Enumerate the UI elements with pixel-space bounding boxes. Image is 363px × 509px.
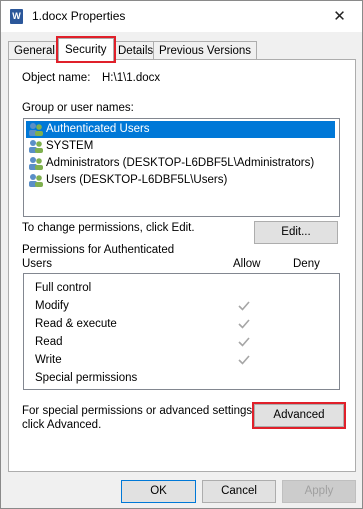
check-icon — [238, 319, 250, 329]
close-button[interactable]: ✕ — [317, 1, 362, 32]
deny-column-header: Deny — [293, 258, 320, 270]
properties-window: W 1.docx Properties ✕ General Security D… — [0, 0, 363, 509]
ok-button[interactable]: OK — [121, 480, 196, 503]
permission-modify: Modify — [35, 300, 69, 312]
check-icon — [238, 355, 250, 365]
permission-full-control: Full control — [35, 282, 92, 294]
user-name: Administrators (DESKTOP-L6DBF5L\Administ… — [46, 157, 315, 169]
user-name: Users (DESKTOP-L6DBF5L\Users) — [46, 174, 228, 186]
users-icon — [29, 174, 43, 187]
tab-previous-versions[interactable]: Previous Versions — [153, 41, 258, 60]
apply-button[interactable]: Apply — [282, 480, 356, 503]
tab-security[interactable]: Security — [56, 36, 116, 63]
advanced-info-text-2: click Advanced. — [22, 419, 102, 431]
tab-general[interactable]: General — [8, 41, 61, 60]
list-item-system[interactable]: SYSTEM — [26, 138, 93, 155]
list-item-authenticated-users[interactable]: Authenticated Users — [26, 121, 335, 138]
user-list[interactable]: Authenticated Users SYSTEM Administrator… — [23, 118, 340, 217]
permission-special: Special permissions — [35, 372, 138, 384]
users-icon — [29, 157, 43, 170]
window-title: 1.docx Properties — [32, 9, 126, 23]
cancel-button[interactable]: Cancel — [202, 480, 276, 503]
check-icon — [238, 337, 250, 347]
object-name-value: H:\1\1.docx — [102, 72, 161, 84]
group-or-user-names-label: Group or user names: — [22, 102, 134, 114]
user-name: Authenticated Users — [46, 123, 150, 135]
permission-read-execute: Read & execute — [35, 318, 117, 330]
permissions-list: Full control Modify Read & execute Read … — [23, 273, 340, 390]
allow-column-header: Allow — [233, 258, 261, 270]
title-bar: W 1.docx Properties ✕ — [1, 1, 362, 32]
permissions-for-label: Permissions for Authenticated — [22, 244, 175, 256]
advanced-info-text: For special permissions or advanced sett… — [22, 405, 256, 417]
check-icon — [238, 301, 250, 311]
advanced-button[interactable]: Advanced — [252, 402, 346, 429]
word-document-icon: W — [10, 9, 23, 24]
permission-read: Read — [35, 336, 63, 348]
list-item-administrators[interactable]: Administrators (DESKTOP-L6DBF5L\Administ… — [26, 155, 314, 172]
users-icon — [29, 123, 43, 136]
edit-button[interactable]: Edit... — [254, 221, 338, 244]
permission-write: Write — [35, 354, 62, 366]
users-icon — [29, 140, 43, 153]
permissions-for-label-user: Users — [22, 258, 53, 270]
user-name: SYSTEM — [46, 140, 94, 152]
object-name-label: Object name: — [22, 72, 91, 84]
security-panel: Object name: H:\1\1.docx Group or user n… — [8, 59, 356, 472]
change-permissions-text: To change permissions, click Edit. — [22, 222, 195, 234]
list-item-users[interactable]: Users (DESKTOP-L6DBF5L\Users) — [26, 172, 227, 189]
